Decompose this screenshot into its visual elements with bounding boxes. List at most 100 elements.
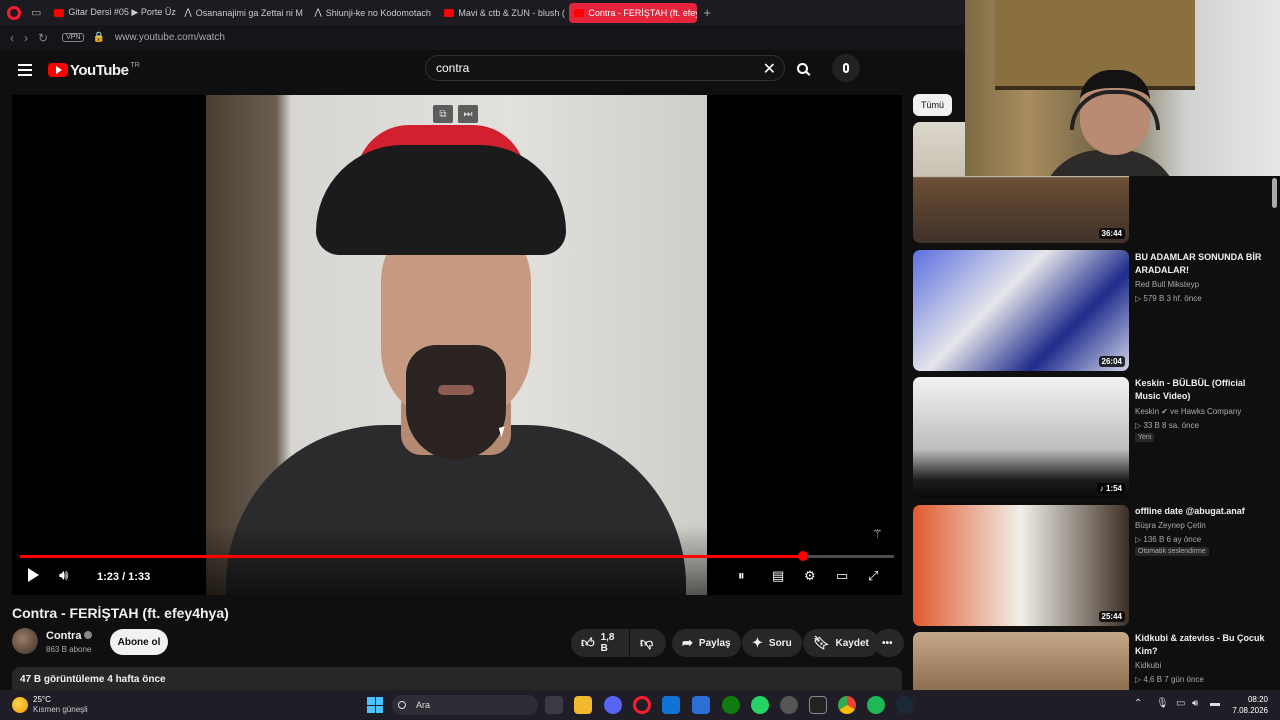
opera-icon[interactable] bbox=[633, 696, 651, 714]
progress-bar[interactable] bbox=[20, 551, 894, 561]
related-thumbnail[interactable] bbox=[913, 632, 1129, 690]
weather-description[interactable]: Kısmen güneşli bbox=[33, 705, 88, 714]
like-button[interactable]: 👍︎ 1,8 B bbox=[571, 629, 629, 657]
related-meta: ▷ 136 B 6 ay önce bbox=[1135, 535, 1202, 544]
mail-icon[interactable] bbox=[662, 696, 680, 714]
ambient-mode-icon[interactable]: ⚚ bbox=[872, 527, 883, 541]
more-icon: ••• bbox=[882, 637, 893, 649]
channel-name-text[interactable]: Contra bbox=[46, 630, 81, 642]
subtitles-icon[interactable]: ▤ bbox=[772, 568, 784, 584]
share-button[interactable]: ➦ Paylaş bbox=[672, 629, 741, 657]
duration-badge: 36:44 bbox=[1098, 228, 1125, 239]
verified-icon bbox=[84, 631, 93, 639]
store-icon[interactable] bbox=[692, 696, 710, 714]
search-input[interactable] bbox=[436, 61, 736, 75]
video-content bbox=[406, 345, 506, 460]
forward-icon[interactable]: › bbox=[24, 31, 28, 45]
clock-date: 7.08.2026 bbox=[1232, 706, 1268, 715]
sidebar-scrollbar[interactable] bbox=[1272, 178, 1277, 208]
opera-logo-icon[interactable] bbox=[7, 5, 21, 20]
dislike-button[interactable]: 👎︎ bbox=[630, 629, 666, 657]
weather-temperature[interactable]: 25°C bbox=[33, 695, 51, 704]
search-box: ✕ bbox=[425, 55, 785, 81]
app-icon[interactable] bbox=[780, 696, 798, 714]
related-title[interactable]: offline date @abugat.anaf bbox=[1135, 505, 1270, 518]
taskbar-search[interactable]: Ara bbox=[392, 695, 538, 715]
subscribe-button[interactable]: Abone ol bbox=[110, 629, 168, 655]
windows-taskbar: 25°C Kısmen güneşli Ara ⌃ 🎙︎ ▭ 🔊︎ ▬ 08:2… bbox=[0, 690, 1280, 720]
fullscreen-icon[interactable]: ⤢ bbox=[868, 568, 878, 584]
next-video-icon[interactable]: ⏭ bbox=[458, 105, 478, 123]
ask-button[interactable]: ✦ Soru bbox=[742, 629, 802, 657]
related-title[interactable]: Keskin - BÜLBÜL (Official Music Video) bbox=[1135, 377, 1270, 403]
microphone-icon bbox=[843, 63, 849, 73]
site-favicon-icon: ⋀ bbox=[184, 7, 192, 17]
tab-menu-icon[interactable]: ▭ bbox=[31, 6, 41, 19]
related-thumbnail[interactable]: 26:04 bbox=[913, 250, 1129, 371]
steam-icon[interactable] bbox=[896, 696, 914, 714]
related-channel[interactable]: Kidkubi bbox=[1135, 661, 1161, 670]
autoplay-toggle-icon[interactable]: ⏸ bbox=[738, 568, 745, 584]
back-icon[interactable]: ‹ bbox=[10, 31, 14, 45]
related-thumbnail[interactable]: ♪ 1:54 bbox=[913, 377, 1129, 498]
more-actions-button[interactable]: ••• bbox=[874, 629, 904, 657]
youtube-logo[interactable]: YouTube TR bbox=[48, 62, 140, 79]
video-player[interactable]: ⧉ ⏭ ⚚ 🔊︎ 1:23 / 1:33 ⏸ ▤ ⚙ ▭ ⤢ bbox=[12, 95, 902, 595]
related-channel[interactable]: Red Bull Miksteyp bbox=[1135, 280, 1199, 289]
hamburger-menu-icon[interactable] bbox=[18, 64, 32, 76]
windows-start-icon[interactable] bbox=[367, 697, 383, 713]
file-explorer-icon[interactable] bbox=[574, 696, 592, 714]
browser-tab[interactable]: ⋀ Osananajimi ga Zettai ni M bbox=[179, 3, 307, 23]
network-icon[interactable]: ▭ bbox=[1176, 698, 1185, 709]
lock-icon[interactable]: 🔒 bbox=[92, 32, 104, 43]
browser-tab[interactable]: Gitar Dersi #05 ▶ Porte Üz bbox=[49, 3, 177, 23]
related-channel[interactable]: Keskin ✔ ve Hawks Company bbox=[1135, 407, 1241, 416]
vpn-badge[interactable]: VPN bbox=[62, 33, 85, 42]
time-display: 1:23 / 1:33 bbox=[97, 571, 151, 583]
video-frame[interactable]: ⧉ ⏭ bbox=[206, 95, 707, 595]
new-tab-button[interactable]: + bbox=[703, 5, 711, 20]
tab-label: Mavi & ctb & ZUN - blush ( bbox=[458, 7, 565, 18]
channel-avatar[interactable] bbox=[12, 628, 38, 654]
url-field[interactable]: www.youtube.com/watch bbox=[115, 32, 225, 43]
battery-icon[interactable]: ▬ bbox=[1210, 698, 1220, 709]
discord-icon[interactable] bbox=[604, 696, 622, 714]
volume-icon[interactable]: 🔊︎ bbox=[59, 567, 68, 584]
taskbar-clock[interactable]: 08:20 7.08.2026 bbox=[1232, 694, 1268, 716]
browser-tab[interactable]: Mavi & ctb & ZUN - blush ( bbox=[439, 3, 567, 23]
weather-sun-icon[interactable] bbox=[12, 697, 28, 713]
related-channel[interactable]: Büşra Zeynep Çetin bbox=[1135, 521, 1206, 530]
webcam-person bbox=[1040, 30, 1180, 176]
xbox-icon[interactable] bbox=[722, 696, 740, 714]
filter-chip-all[interactable]: Tümü bbox=[913, 94, 953, 116]
country-code: TR bbox=[130, 61, 140, 69]
spotify-icon[interactable] bbox=[867, 696, 885, 714]
theater-mode-icon[interactable]: ▭ bbox=[836, 568, 848, 584]
settings-gear-icon[interactable]: ⚙ bbox=[804, 568, 816, 584]
reload-icon[interactable]: ↻ bbox=[38, 31, 48, 45]
related-title[interactable]: Kidkubi & zateviss - Bu Çocuk Kim? bbox=[1135, 632, 1270, 658]
browser-tab-active[interactable]: Contra - FERİŞTAH (ft. efey bbox=[569, 2, 698, 23]
popout-icon[interactable]: ⧉ bbox=[433, 105, 453, 123]
microphone-tray-icon[interactable]: 🎙︎ bbox=[1156, 698, 1169, 709]
channel-name[interactable]: Contra bbox=[46, 630, 93, 642]
browser-tab[interactable]: ⋀ Shiunji-ke no Kodomotach bbox=[309, 3, 437, 23]
whatsapp-icon[interactable] bbox=[751, 696, 769, 714]
volume-tray-icon[interactable]: 🔊︎ bbox=[1192, 698, 1198, 709]
tab-label: Osananajimi ga Zettai ni M bbox=[195, 7, 303, 18]
duration-badge: ♪ 1:54 bbox=[1096, 483, 1125, 494]
search-icon bbox=[796, 62, 808, 74]
save-button[interactable]: 🔖︎ Kaydet bbox=[803, 629, 879, 657]
voice-search-button[interactable] bbox=[832, 54, 860, 82]
play-button[interactable] bbox=[28, 568, 39, 582]
save-label: Kaydet bbox=[835, 637, 869, 649]
search-button[interactable] bbox=[786, 55, 818, 81]
tray-chevron-icon[interactable]: ⌃ bbox=[1134, 698, 1142, 709]
epic-games-icon[interactable] bbox=[809, 696, 827, 714]
related-title[interactable]: BU ADAMLAR SONUNDA BİR ARADALAR! bbox=[1135, 251, 1270, 277]
related-meta: ▷ 33 B 8 sa. önce bbox=[1135, 421, 1199, 430]
task-view-icon[interactable] bbox=[545, 696, 563, 714]
related-thumbnail[interactable]: 25:44 bbox=[913, 505, 1129, 626]
chrome-icon[interactable] bbox=[838, 696, 856, 714]
clear-search-icon[interactable]: ✕ bbox=[763, 59, 776, 79]
